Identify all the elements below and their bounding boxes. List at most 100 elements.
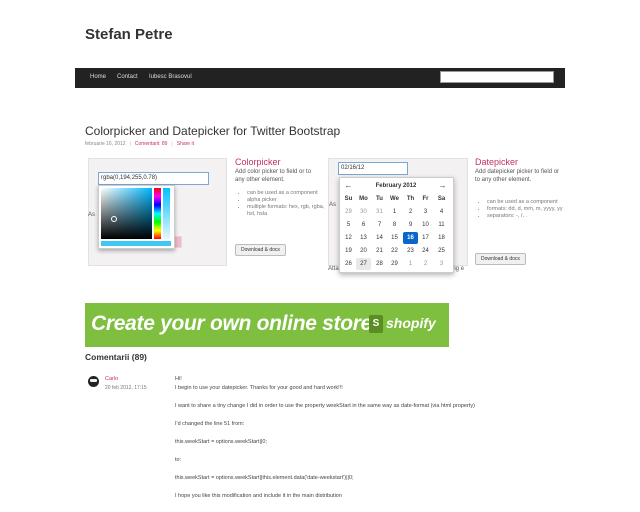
day-cell[interactable]: 19 — [341, 248, 356, 254]
post-date: februarie 16, 2012 — [85, 141, 126, 147]
saturation-handle[interactable] — [111, 216, 117, 222]
comment-text-line: to: — [175, 457, 182, 463]
day-cell[interactable]: 29 — [387, 261, 402, 267]
day-cell[interactable]: 23 — [403, 248, 418, 254]
day-cell[interactable]: 4 — [434, 209, 449, 215]
day-cell[interactable]: 20 — [356, 248, 371, 254]
day-cell[interactable]: 13 — [356, 235, 371, 241]
weekday-label: Tu — [376, 196, 383, 202]
week-row: 29 30 31 1 2 3 4 — [340, 206, 456, 219]
day-cell[interactable]: 11 — [434, 222, 449, 228]
share-link[interactable]: Share it — [177, 141, 194, 147]
day-cell[interactable]: 25 — [434, 248, 449, 254]
day-cell[interactable]: 3 — [418, 209, 433, 215]
weekday-label: Su — [344, 196, 353, 202]
weekday-label: Sa — [437, 196, 446, 202]
day-cell[interactable]: 15 — [387, 235, 402, 241]
datepicker-header: ← February 2012 → — [340, 180, 456, 193]
hue-slider[interactable] — [154, 188, 161, 239]
nav-item-iubesc-brasovul[interactable]: Iubesc Brasovul — [149, 74, 192, 80]
weekday-label: We — [390, 196, 399, 202]
day-cell[interactable]: 27 — [356, 261, 371, 267]
banner-text: Create your own online store — [91, 312, 372, 335]
nav-item-home[interactable]: Home — [90, 74, 106, 80]
datepicker-features: can be used as a component formats: dd, … — [475, 199, 572, 220]
day-cell[interactable]: 18 — [434, 235, 449, 241]
datepicker-input[interactable]: 02/16/12 — [338, 162, 408, 175]
day-cell[interactable]: 2 — [418, 261, 433, 267]
day-cell-selected[interactable]: 16 — [403, 235, 418, 241]
comment-text-line: I'd changed the line 51 from: — [175, 421, 245, 427]
weekday-label: Th — [406, 196, 415, 202]
site-title[interactable]: Stefan Petre — [85, 26, 173, 43]
day-cell[interactable]: 6 — [356, 222, 371, 228]
colorpicker-description: Add color picker to field or to any othe… — [235, 169, 312, 183]
datepicker-popup: ← February 2012 → Su Mo Tu We Th Fr Sa 2… — [339, 177, 454, 273]
day-cell[interactable]: 7 — [372, 222, 387, 228]
comment-text-line: I hope you like this modification and in… — [175, 493, 342, 499]
day-cell[interactable]: 28 — [372, 261, 387, 267]
feature-item: can be used as a component — [487, 199, 572, 206]
day-cell[interactable]: 12 — [341, 235, 356, 241]
month-label[interactable]: February 2012 — [360, 183, 432, 189]
comments-link[interactable]: Comentarii: 89 — [135, 141, 168, 147]
shopify-bag-icon: S — [369, 315, 383, 333]
comment-text-line: Hi! — [175, 376, 182, 382]
day-cell[interactable]: 9 — [403, 222, 418, 228]
day-cell[interactable]: 17 — [418, 235, 433, 241]
comment-text-line: this.weekStart = options.weekStart||0; — [175, 439, 267, 445]
day-cell[interactable]: 21 — [372, 248, 387, 254]
week-row: 26 27 28 29 1 2 3 — [340, 258, 456, 271]
day-cell[interactable]: 1 — [403, 261, 418, 267]
feature-item: separators: -, /, . — [487, 213, 572, 220]
arrow-right-icon[interactable]: → — [435, 181, 450, 190]
week-row: 19 20 21 22 23 24 25 — [340, 245, 456, 258]
comment-author[interactable]: Carlo — [105, 376, 118, 382]
saturation-field[interactable] — [101, 188, 152, 239]
feature-item: formats: dd, d, mm, m, yyyy, yy — [487, 206, 572, 213]
day-cell[interactable]: 5 — [341, 222, 356, 228]
day-cell[interactable]: 10 — [418, 222, 433, 228]
day-cell[interactable]: 24 — [418, 248, 433, 254]
day-cell[interactable]: 29 — [341, 209, 356, 215]
avatar-face-icon — [90, 379, 97, 382]
datepicker-partial-label-bottom: Atta — [328, 266, 339, 272]
banner-brand: shopify — [386, 315, 436, 331]
colorpicker-partial-label: As — [88, 212, 96, 218]
day-cell[interactable]: 30 — [356, 209, 371, 215]
comment-date: 20 feb 2012, 17:15 — [105, 385, 147, 391]
day-cell[interactable]: 31 — [372, 209, 387, 215]
week-row: 12 13 14 15 16 17 18 — [340, 232, 456, 245]
day-cell[interactable]: 1 — [387, 209, 402, 215]
day-cell[interactable]: 14 — [372, 235, 387, 241]
comment-text-line: this.weekStart = options.weekStart||this… — [175, 475, 354, 481]
shopify-banner-ad[interactable]: Create your own online store S shopify — [85, 303, 449, 347]
avatar — [88, 376, 99, 387]
feature-item: multiple formats: hex, rgb, rgba, hsl, h… — [247, 204, 332, 218]
datepicker-description: Add datepicker picker to field or to any… — [475, 169, 560, 183]
day-cell[interactable]: 26 — [341, 261, 356, 267]
post-title[interactable]: Colorpicker and Datepicker for Twitter B… — [85, 124, 340, 138]
post-meta: februarie 16, 2012 | Comentarii: 89 | Share … — [85, 141, 194, 147]
colorpicker-download-button[interactable]: Download & docs — [235, 244, 286, 256]
nav-item-contact[interactable]: Contact — [117, 74, 138, 80]
day-cell[interactable]: 22 — [387, 248, 402, 254]
colorpicker-input[interactable]: rgba(0,194,255,0.78) — [98, 172, 209, 185]
colorpicker-heading[interactable]: Colorpicker — [235, 157, 281, 167]
datepicker-download-button[interactable]: Download & docs — [475, 253, 526, 265]
colorpicker-popup — [98, 185, 175, 249]
datepicker-partial-label: As — [329, 202, 337, 208]
day-cell[interactable]: 8 — [387, 222, 402, 228]
comments-heading: Comentarii (89) — [85, 352, 147, 362]
weekday-label: Fr — [422, 196, 429, 202]
datepicker-heading[interactable]: Datepicker — [475, 157, 518, 167]
day-cell[interactable]: 2 — [403, 209, 418, 215]
arrow-left-icon[interactable]: ← — [341, 181, 356, 190]
feature-item: alpha picker — [247, 197, 332, 204]
comment-text-line: I want to share a tiny change I did in o… — [175, 403, 475, 409]
alpha-slider[interactable] — [163, 188, 170, 239]
search-input[interactable] — [440, 71, 554, 83]
weekday-row: Su Mo Tu We Th Fr Sa — [340, 193, 456, 206]
comment-text-line: I begin to use your datepicker. Thanks f… — [175, 385, 343, 391]
day-cell[interactable]: 3 — [434, 261, 449, 267]
